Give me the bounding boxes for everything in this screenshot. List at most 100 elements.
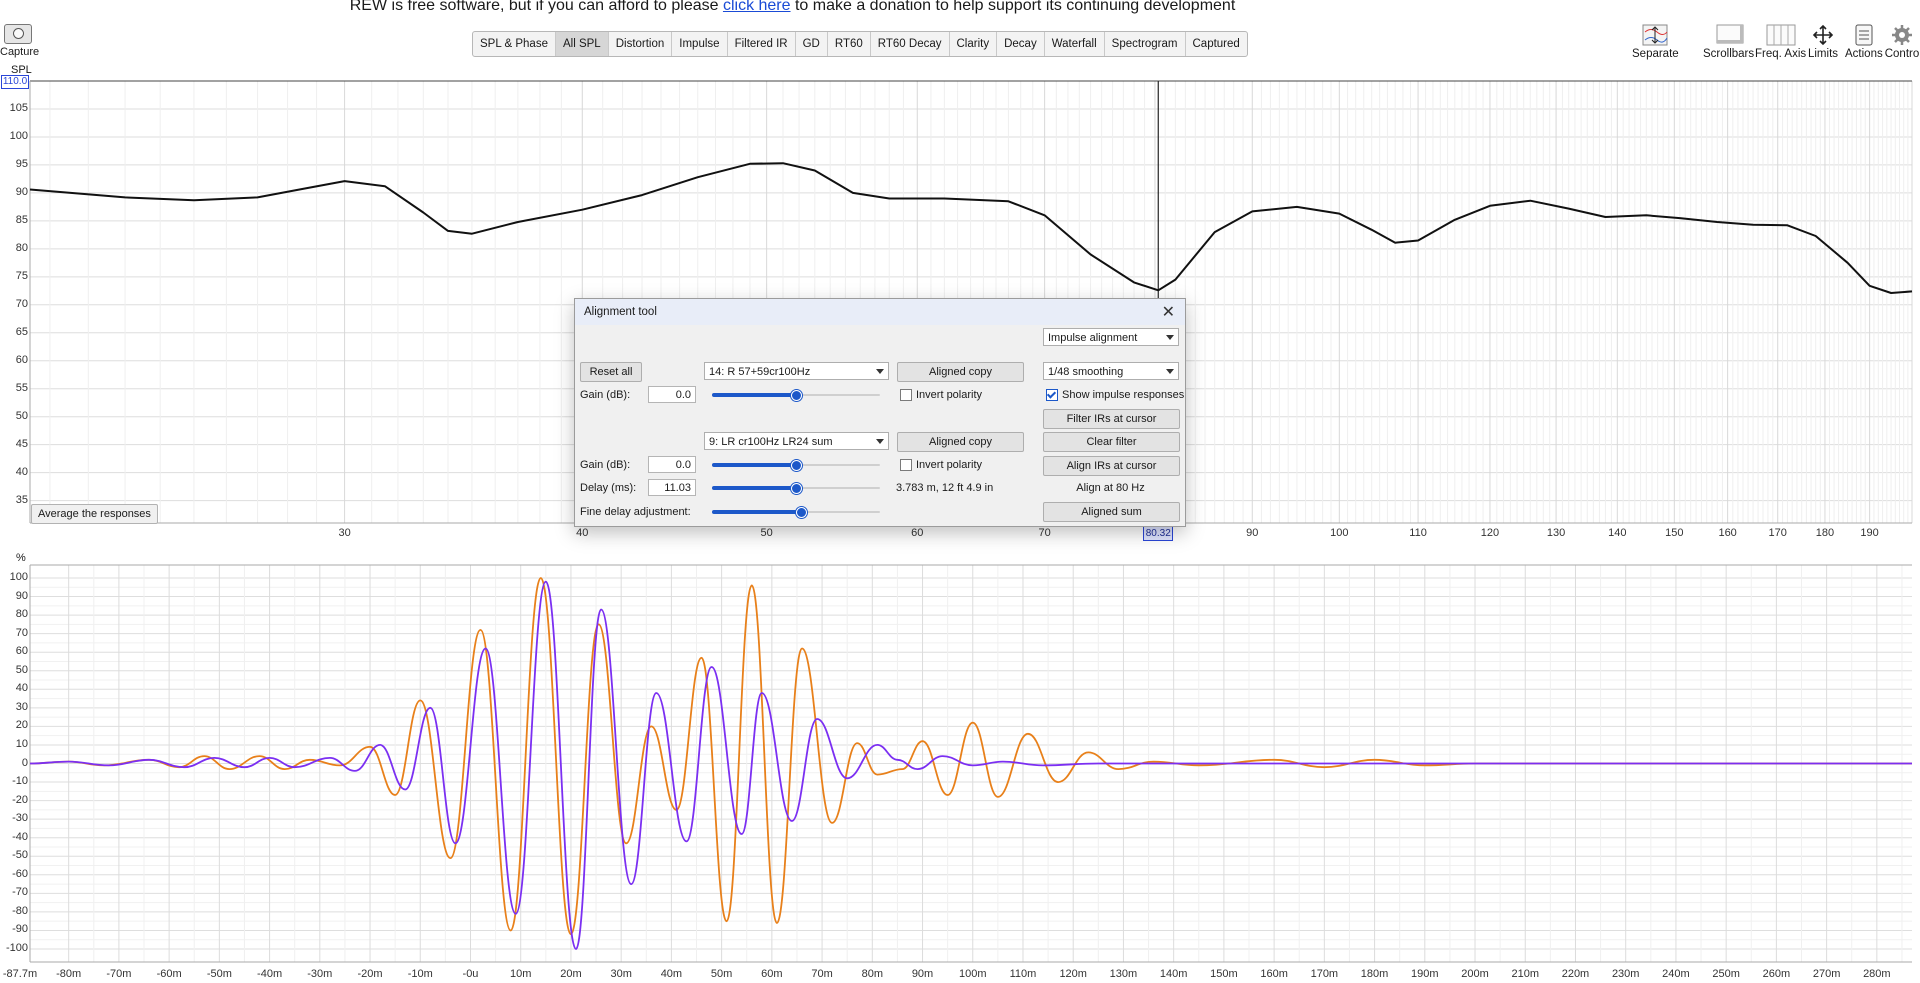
ir-x-tick: 70m — [811, 968, 833, 980]
ir-x-tick: -60m — [156, 968, 182, 980]
ir-y-tick: -60 — [12, 867, 28, 880]
delay-field[interactable]: 11.03 — [648, 479, 696, 496]
impulse-graph[interactable] — [0, 540, 1920, 983]
gain-2-slider[interactable] — [712, 458, 880, 472]
impulse-trace-orange — [29, 577, 1912, 936]
ir-x-tick: 120m — [1059, 968, 1087, 980]
aligned-copy-button-1[interactable]: Aligned copy — [897, 362, 1024, 382]
spl-x-tick: 150 — [1665, 527, 1684, 539]
ir-y-tick: -10 — [12, 775, 28, 788]
ir-y-tick: 10 — [15, 737, 28, 750]
smoothing-select[interactable]: 1/48 smoothing — [1043, 362, 1179, 380]
ir-x-tick: 160m — [1260, 968, 1288, 980]
ir-x-tick: 60m — [761, 968, 783, 980]
ir-x-tick: 280m — [1863, 968, 1891, 980]
spl-x-tick: 40 — [576, 527, 589, 539]
ir-y-tick: 40 — [15, 682, 28, 695]
reset-all-button[interactable]: Reset all — [580, 362, 642, 382]
ir-x-tick: 170m — [1310, 968, 1339, 980]
ir-x-tick: 240m — [1662, 968, 1690, 980]
ir-x-tick: 80m — [861, 968, 883, 980]
ir-x-tick: 260m — [1762, 968, 1791, 980]
ir-y-tick: -100 — [5, 942, 28, 954]
spl-x-tick: 170 — [1768, 527, 1787, 539]
gain-1-label: Gain (dB): — [580, 389, 631, 401]
ir-x-tick: 30m — [610, 968, 632, 980]
measurement-2-select[interactable]: 9: LR cr100Hz LR24 sum — [704, 432, 889, 450]
slider-knob[interactable] — [791, 483, 802, 494]
chevron-down-icon — [1166, 335, 1174, 340]
gain-1-field[interactable]: 0.0 — [648, 386, 696, 403]
ir-x-tick: -40m — [257, 968, 283, 980]
spl-x-tick: 140 — [1608, 527, 1627, 539]
delay-distance-readout: 3.783 m, 12 ft 4.9 in — [896, 482, 994, 494]
chevron-down-icon — [876, 369, 884, 374]
close-icon[interactable]: ✕ — [1162, 302, 1175, 322]
ir-x-tick: -10m — [407, 968, 433, 980]
spl-y-tick: 45 — [15, 437, 28, 450]
ir-y-tick: 20 — [15, 719, 28, 732]
spl-x-tick: 50 — [760, 527, 773, 539]
average-responses-button[interactable]: Average the responses — [31, 504, 158, 524]
ir-x-tick: 10m — [510, 968, 532, 980]
ir-x-tick: 40m — [660, 968, 683, 980]
ir-x-tick: 210m — [1511, 968, 1540, 980]
spl-x-tick: 110 — [1409, 527, 1427, 539]
spl-x-tick: 100 — [1330, 527, 1349, 539]
slider-knob[interactable] — [796, 507, 808, 518]
align-at-label: Align at 80 Hz — [1076, 482, 1145, 494]
measurement-1-value: 14: R 57+59cr100Hz — [709, 366, 811, 378]
ir-x-tick: -50m — [206, 968, 232, 980]
aligned-copy-button-2[interactable]: Aligned copy — [897, 432, 1024, 452]
alignment-mode-value: Impulse alignment — [1048, 332, 1138, 344]
ir-y-tick: -30 — [12, 812, 28, 825]
gain-2-field[interactable]: 0.0 — [648, 456, 696, 473]
spl-x-tick: 70 — [1038, 527, 1051, 539]
spl-x-tick: 60 — [911, 527, 924, 539]
spl-x-tick: 180 — [1815, 527, 1835, 539]
clear-filter-button[interactable]: Clear filter — [1043, 432, 1180, 452]
slider-knob[interactable] — [791, 390, 802, 401]
fine-delay-slider[interactable] — [712, 505, 880, 519]
invert-polarity-2-checkbox[interactable] — [900, 459, 912, 471]
delay-label: Delay (ms): — [580, 482, 637, 494]
ir-y-tick: -70 — [12, 886, 28, 899]
ir-x-tick: 100m — [958, 968, 987, 980]
slider-knob[interactable] — [791, 460, 802, 471]
smoothing-value: 1/48 smoothing — [1048, 366, 1124, 378]
ir-y-tick: -90 — [12, 923, 28, 936]
spl-y-tick: 95 — [15, 157, 28, 170]
gain-1-slider[interactable] — [712, 388, 880, 402]
ir-x-tick: -80m — [56, 968, 82, 980]
spl-y-tick: 80 — [15, 241, 28, 254]
ir-y-tick: 70 — [15, 626, 28, 639]
show-impulse-checkbox[interactable] — [1046, 389, 1058, 401]
spl-y-tick: 75 — [15, 269, 28, 282]
ir-x-tick: 130m — [1109, 968, 1138, 980]
measurement-1-select[interactable]: 14: R 57+59cr100Hz — [704, 362, 889, 380]
ir-x-tick: 110m — [1009, 968, 1037, 980]
align-irs-button[interactable]: Align IRs at cursor — [1043, 456, 1180, 476]
ir-y-tick: 50 — [15, 663, 28, 676]
dialog-titlebar[interactable]: Alignment tool ✕ — [575, 299, 1185, 325]
spl-y-tick: 55 — [15, 381, 28, 394]
spl-y-tick: 70 — [15, 297, 28, 310]
invert-polarity-1-checkbox[interactable] — [900, 389, 912, 401]
spl-y-tick: 90 — [15, 185, 28, 198]
filter-irs-button[interactable]: Filter IRs at cursor — [1043, 409, 1180, 429]
ir-x-tick: 20m — [560, 968, 582, 980]
alignment-tool-dialog: Alignment tool ✕ Impulse alignment Reset… — [574, 298, 1186, 527]
aligned-sum-button[interactable]: Aligned sum — [1043, 502, 1180, 522]
ir-x-tick: -20m — [357, 968, 383, 980]
ir-x-tick: 230m — [1611, 968, 1640, 980]
alignment-mode-select[interactable]: Impulse alignment — [1043, 328, 1179, 346]
spl-x-tick: 90 — [1246, 527, 1259, 539]
ir-y-tick: 30 — [15, 700, 28, 713]
invert-polarity-2-label: Invert polarity — [916, 459, 983, 471]
gain-2-label: Gain (dB): — [580, 459, 631, 471]
fine-delay-label: Fine delay adjustment: — [580, 506, 691, 518]
chevron-down-icon — [1166, 369, 1174, 374]
ir-x-tick: 150m — [1210, 968, 1238, 980]
ir-y-tick: 60 — [15, 645, 28, 658]
delay-slider[interactable] — [712, 481, 880, 495]
